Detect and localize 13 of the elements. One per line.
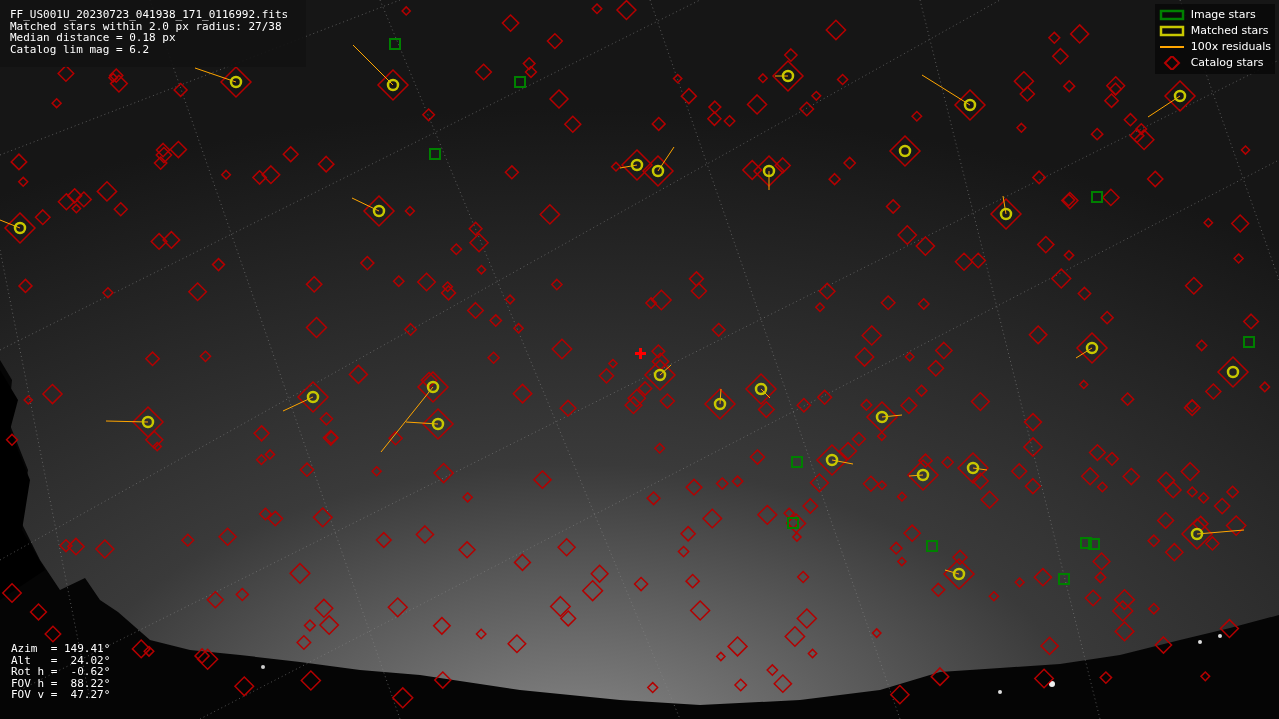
info-text: Matched stars within 2.0 px radius: 27/38 bbox=[10, 20, 282, 33]
pointing-text: FOV h = 88.22° bbox=[11, 677, 111, 690]
pointing-text: Azim = 149.41° bbox=[11, 643, 111, 655]
pointing-text: Rot h = -0.62° bbox=[11, 666, 111, 678]
info-text: FF_US001U_20230723_041938_171_0116992.fits bbox=[10, 9, 290, 21]
info-text: Median distance = 0.18 px bbox=[10, 32, 176, 44]
info-text: Catalog lim mag = 6.2 bbox=[10, 43, 151, 56]
legend-label: Catalog stars bbox=[1190, 54, 1264, 71]
legend-label: 100x residuals bbox=[1190, 38, 1271, 55]
pointing-text: FOV v = 47.27° bbox=[11, 689, 111, 701]
legend-label: Image stars bbox=[1190, 6, 1256, 23]
legend-label: Matched stars bbox=[1190, 22, 1269, 39]
pointing-text: Alt = 24.02° bbox=[11, 654, 111, 667]
